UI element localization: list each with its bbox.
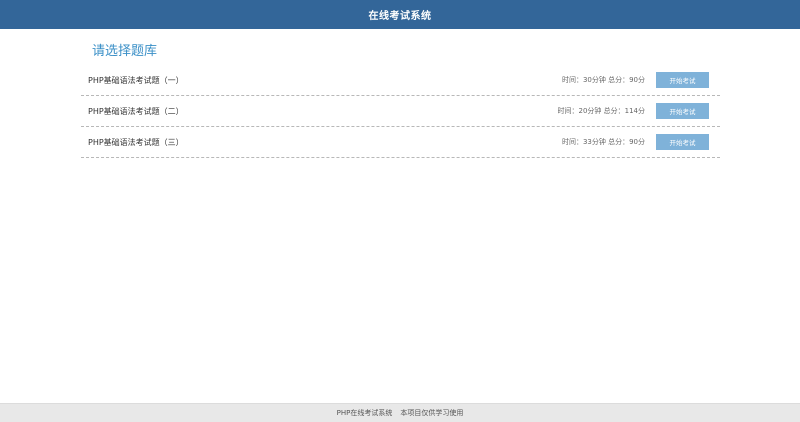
- exam-name: PHP基础语法考试题（三）: [88, 137, 184, 147]
- exam-list: PHP基础语法考试题（一） 时间：30分钟 总分：90分 开始考试 PHP基础语…: [81, 65, 720, 158]
- footer-notice: 本项目仅供学习使用: [400, 409, 464, 417]
- exam-meta: 时间：20分钟 总分：114分: [557, 107, 646, 115]
- page-title: 请选择题库: [92, 44, 158, 59]
- exam-row-2: PHP基础语法考试题（二） 时间：20分钟 总分：114分 开始考试: [81, 96, 720, 127]
- footer-system-name: PHP在线考试系统: [336, 409, 393, 417]
- exam-name: PHP基础语法考试题（一）: [88, 75, 184, 85]
- top-header-bar: 在线考试系统: [0, 0, 800, 29]
- exam-row-3: PHP基础语法考试题（三） 时间：33分钟 总分：90分 开始考试: [81, 127, 720, 158]
- footer-bar: PHP在线考试系统 本项目仅供学习使用: [0, 403, 800, 422]
- exam-row-1: PHP基础语法考试题（一） 时间：30分钟 总分：90分 开始考试: [81, 65, 720, 96]
- exam-meta: 时间：33分钟 总分：90分: [561, 138, 645, 146]
- app-title: 在线考试系统: [368, 11, 432, 22]
- start-exam-button-2[interactable]: 开始考试: [656, 103, 709, 119]
- exam-name: PHP基础语法考试题（二）: [88, 106, 184, 116]
- start-exam-button-3[interactable]: 开始考试: [656, 134, 709, 150]
- exam-meta: 时间：30分钟 总分：90分: [561, 76, 645, 84]
- start-exam-button-1[interactable]: 开始考试: [656, 72, 709, 88]
